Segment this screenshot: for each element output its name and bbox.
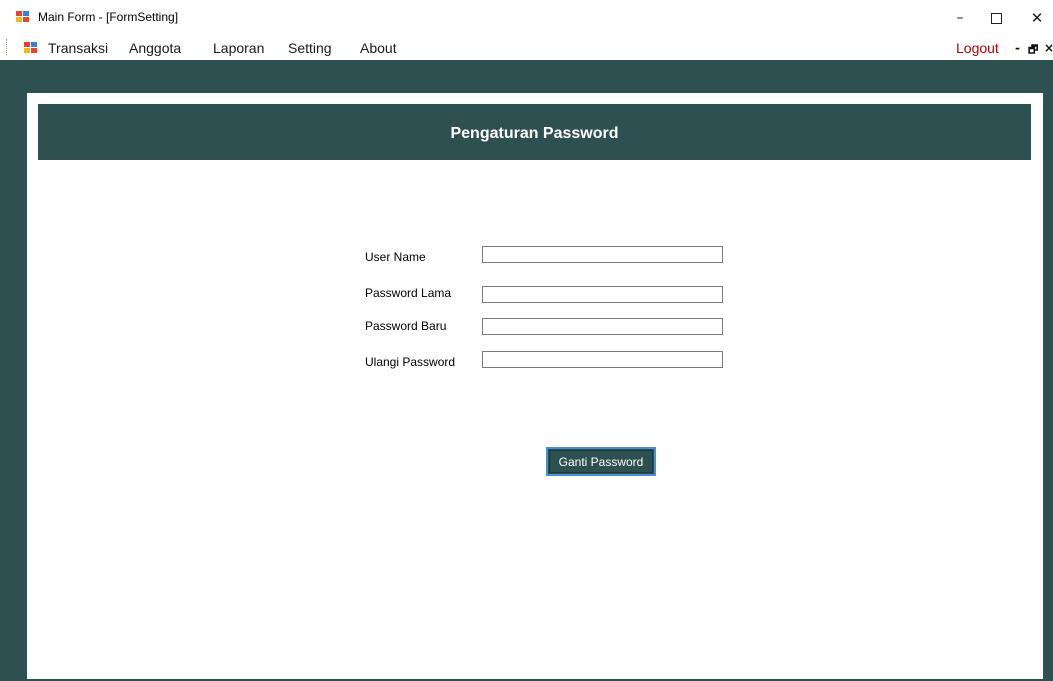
app-form-icon bbox=[16, 11, 30, 23]
window-title: Main Form - [FormSetting] bbox=[38, 10, 179, 24]
mdi-restore-button[interactable]: 🗗 bbox=[1028, 41, 1038, 60]
logout-menu-item[interactable]: Logout bbox=[956, 40, 999, 56]
form-setting-panel: Pengaturan Password User Name Password L… bbox=[27, 93, 1043, 679]
mdi-minimize-button[interactable]: - bbox=[1015, 41, 1020, 55]
username-input[interactable] bbox=[482, 246, 723, 263]
menu-about[interactable]: About bbox=[360, 40, 397, 56]
old-password-input[interactable] bbox=[482, 286, 723, 303]
repeat-password-label: Ulangi Password bbox=[365, 355, 456, 369]
username-label: User Name bbox=[365, 250, 426, 264]
title-bar: Main Form - [FormSetting] – ✕ bbox=[0, 0, 1053, 36]
repeat-password-input[interactable] bbox=[482, 351, 723, 368]
form-header: Pengaturan Password bbox=[38, 104, 1031, 160]
minimize-button[interactable]: – bbox=[945, 6, 975, 30]
close-button[interactable]: ✕ bbox=[1022, 6, 1052, 30]
new-password-input[interactable] bbox=[482, 318, 723, 335]
mdi-child-icon[interactable] bbox=[24, 42, 38, 54]
menu-bar: Transaksi Anggota Laporan Setting About … bbox=[0, 36, 1053, 60]
old-password-label: Password Lama bbox=[365, 286, 452, 300]
menu-grip[interactable] bbox=[6, 39, 9, 55]
maximize-icon bbox=[990, 13, 1002, 24]
menu-laporan[interactable]: Laporan bbox=[213, 40, 264, 56]
menu-transaksi[interactable]: Transaksi bbox=[48, 40, 108, 56]
mdi-close-button[interactable]: × bbox=[1044, 41, 1053, 55]
menu-setting[interactable]: Setting bbox=[288, 40, 332, 56]
menu-anggota[interactable]: Anggota bbox=[129, 40, 181, 56]
change-password-button[interactable]: Ganti Password bbox=[546, 447, 656, 476]
new-password-label: Password Baru bbox=[365, 319, 447, 333]
mdi-client-area: Pengaturan Password User Name Password L… bbox=[0, 60, 1053, 681]
maximize-button[interactable] bbox=[981, 6, 1011, 30]
